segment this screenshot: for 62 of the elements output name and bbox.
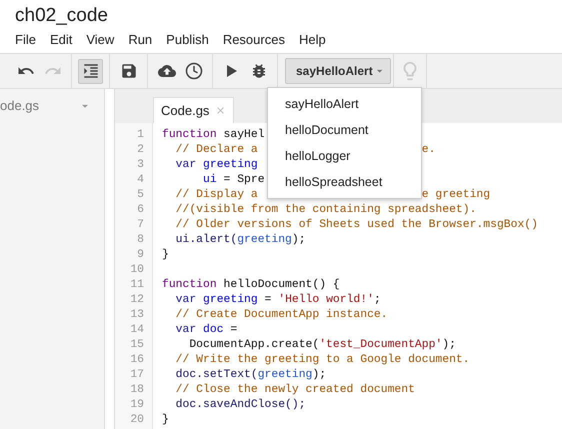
line-number: 18 — [129, 383, 145, 398]
line-number: 20 — [129, 413, 145, 428]
code-line: ui.alert(greeting); — [174, 234, 306, 246]
line-number: 5 — [136, 188, 145, 203]
file-list-item[interactable]: ode.gs — [0, 96, 104, 116]
code-line: } — [162, 249, 169, 261]
line-number: 3 — [136, 158, 145, 173]
line-number: 9 — [136, 248, 145, 263]
line-number: 13 — [129, 308, 145, 323]
line-number: 8 — [136, 233, 145, 248]
line-number: 15 — [129, 338, 145, 353]
menu-option[interactable]: helloLogger — [268, 143, 421, 169]
code-line: ui = Spre — [202, 174, 265, 186]
code-fragment: e greeting — [422, 188, 490, 203]
line-number: 17 — [129, 368, 145, 383]
code-line: // Declare a — [174, 144, 258, 156]
line-number: 14 — [129, 323, 145, 338]
indent-button[interactable] — [78, 58, 103, 84]
code-line: function helloDocument() { — [162, 279, 340, 291]
code-line: // Create DocumentApp instance. — [174, 309, 388, 321]
code-line: doc.setText(greeting); — [174, 369, 326, 381]
menu-option[interactable]: helloDocument — [268, 117, 421, 143]
code-line: // Older versions of Sheets used the Browser.msgBox() — [174, 219, 538, 231]
menu-item[interactable]: Run — [122, 30, 158, 50]
line-number: 2 — [136, 143, 145, 158]
menu-option[interactable]: helloSpreadsheet — [268, 169, 421, 195]
line-number: 19 — [129, 398, 145, 413]
line-number: 7 — [136, 218, 145, 233]
menu-item[interactable]: Resources — [216, 30, 291, 50]
document-title: ch02_code — [15, 5, 108, 26]
code-line: doc.saveAndClose(); — [174, 399, 306, 411]
menu-item[interactable]: File — [9, 30, 42, 50]
indent-icon — [82, 62, 100, 80]
code-line: // Write the greeting to a Google document. — [174, 354, 470, 366]
line-number: 10 — [129, 263, 145, 278]
file-tab[interactable]: Code.gs — [153, 97, 234, 123]
code-line: var doc = — [174, 324, 238, 336]
menu-option[interactable]: sayHelloAlert — [268, 91, 421, 117]
clock-icon — [184, 62, 202, 80]
code-line: // Close the newly created document — [174, 384, 415, 396]
cloud-upload-icon — [158, 62, 176, 80]
menu-item[interactable]: Publish — [160, 30, 215, 50]
menu-item[interactable]: Help — [292, 30, 332, 50]
tab-label: Code.gs — [161, 102, 210, 120]
line-number: 1 — [136, 128, 145, 143]
menu-item[interactable]: View — [80, 30, 120, 50]
code-line: var greeting — [174, 159, 258, 171]
code-line: //(visible from the containing spreadsheet). — [174, 204, 476, 216]
line-number: 16 — [129, 353, 145, 368]
menu-item[interactable]: Edit — [44, 30, 78, 50]
code-line: DocumentApp.create('test_DocumentApp'); — [188, 339, 456, 351]
code-line: // Display a — [174, 189, 258, 201]
function-select[interactable]: sayHelloAlert — [285, 58, 391, 84]
code-line: } — [162, 414, 169, 426]
play-icon — [226, 65, 236, 77]
code-line: function sayHel — [162, 129, 265, 141]
line-number: 11 — [129, 278, 145, 293]
code-line: var greeting = 'Hello world!'; — [174, 294, 381, 306]
line-number: 4 — [136, 173, 145, 188]
code-fragment: e. — [422, 143, 436, 158]
line-number: 12 — [129, 293, 145, 308]
line-number: 6 — [136, 203, 145, 218]
